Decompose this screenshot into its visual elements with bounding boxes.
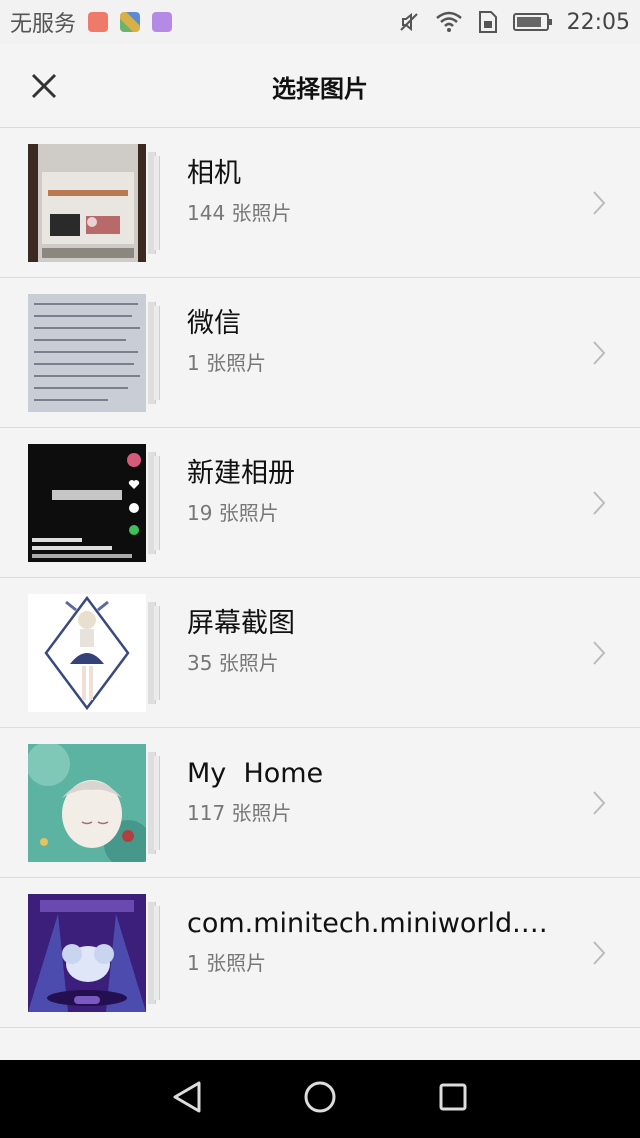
camera-thumbnail-image — [28, 144, 146, 262]
album-count: 19 张照片 — [187, 501, 279, 525]
battery-icon — [512, 12, 553, 32]
mute-icon — [397, 10, 421, 34]
chevron-right-icon — [592, 790, 606, 820]
back-button[interactable] — [157, 1069, 217, 1129]
chevron-right-icon — [592, 340, 606, 370]
album-item-camera[interactable]: 相机 144 张照片 — [0, 128, 640, 278]
back-triangle-icon — [171, 1080, 203, 1118]
photo-app-icon — [152, 12, 173, 32]
album-name: com.minitech.miniworld.hu... — [187, 908, 560, 939]
chevron-right-icon — [592, 190, 606, 220]
home-button[interactable] — [290, 1069, 350, 1129]
album-name: 新建相册 — [187, 458, 295, 489]
gallery-app-icon — [120, 12, 141, 32]
miniworld-thumbnail-image — [28, 894, 146, 1012]
home-circle-icon — [303, 1080, 337, 1118]
chevron-right-icon — [592, 490, 606, 520]
album-name: My Home — [187, 758, 324, 789]
my-home-thumbnail-image — [28, 744, 146, 862]
recents-button[interactable] — [423, 1069, 483, 1129]
album-name: 微信 — [187, 308, 241, 339]
album-thumbnail — [28, 744, 160, 862]
close-icon — [30, 72, 58, 104]
album-item-screenshots[interactable]: 屏幕截图 35 张照片 — [0, 578, 640, 728]
album-name: 相机 — [187, 158, 241, 189]
new-album-thumbnail-image — [28, 444, 146, 562]
title-bar: 选择图片 — [0, 44, 640, 128]
album-count: 117 张照片 — [187, 801, 292, 825]
recents-square-icon — [438, 1082, 468, 1116]
album-count: 1 张照片 — [187, 351, 267, 375]
album-thumbnail — [28, 444, 160, 562]
screenshots-thumbnail-image — [28, 594, 146, 712]
album-list: 相机 144 张照片 微信 1 张照片 新建相册 19 张照片 屏幕截图 35 … — [0, 128, 640, 1028]
album-item-wechat[interactable]: 微信 1 张照片 — [0, 278, 640, 428]
album-count: 35 张照片 — [187, 651, 279, 675]
wifi-icon — [435, 11, 463, 33]
status-bar: 无服务 22:05 — [0, 0, 640, 44]
status-time: 22:05 — [566, 9, 630, 35]
wechat-thumbnail-image — [28, 294, 146, 412]
album-thumbnail — [28, 594, 160, 712]
album-count: 144 张照片 — [187, 201, 292, 225]
album-thumbnail — [28, 144, 160, 262]
album-thumbnail — [28, 894, 160, 1012]
navigation-bar — [0, 1060, 640, 1138]
album-thumbnail — [28, 294, 160, 412]
chevron-right-icon — [592, 940, 606, 970]
page-title: 选择图片 — [272, 74, 368, 103]
carrier-label: 无服务 — [10, 12, 77, 37]
album-count: 1 张照片 — [187, 951, 267, 975]
album-name: 屏幕截图 — [187, 608, 295, 639]
sim-icon — [477, 10, 499, 34]
album-item-my-home[interactable]: My Home 117 张照片 — [0, 728, 640, 878]
album-item-new-album[interactable]: 新建相册 19 张照片 — [0, 428, 640, 578]
close-button[interactable] — [18, 62, 70, 114]
album-item-miniworld[interactable]: com.minitech.miniworld.hu... 1 张照片 — [0, 878, 640, 1028]
mail-app-icon — [88, 12, 109, 32]
chevron-right-icon — [592, 640, 606, 670]
